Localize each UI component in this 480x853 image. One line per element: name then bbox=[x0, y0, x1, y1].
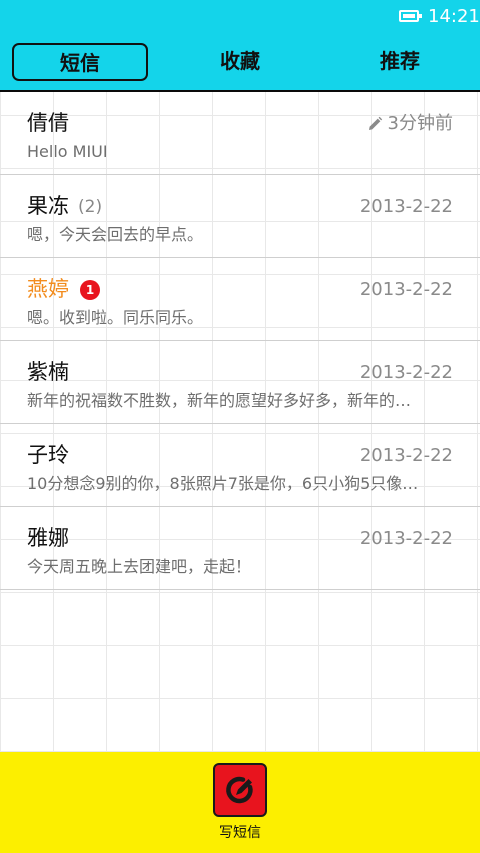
message-preview: 今天周五晚上去团建吧，走起！ bbox=[27, 557, 252, 576]
contact-name: 燕婷 bbox=[27, 277, 69, 301]
conversation-row[interactable]: 紫楠 2013-2-22 新年的祝福数不胜数，新年的愿望好多好多，新年的… bbox=[0, 341, 480, 424]
message-time: 3分钟前 bbox=[387, 113, 453, 134]
compose-icon bbox=[226, 776, 253, 804]
message-preview: 新年的祝福数不胜数，新年的愿望好多好多，新年的… bbox=[27, 391, 412, 410]
compose-button[interactable] bbox=[213, 763, 267, 817]
message-count: (2) bbox=[78, 197, 103, 217]
contact-name: 子玲 bbox=[27, 443, 69, 467]
conversation-row[interactable]: 雅娜 2013-2-22 今天周五晚上去团建吧，走起！ bbox=[0, 507, 480, 590]
contact-name: 紫楠 bbox=[27, 360, 69, 384]
conversation-row[interactable]: 果冻 (2) 2013-2-22 嗯，今天会回去的早点。 bbox=[0, 175, 480, 258]
message-time: 2013-2-22 bbox=[359, 528, 453, 549]
tab-bar: 短信 收藏 推荐 bbox=[0, 34, 480, 92]
message-time: 2013-2-22 bbox=[359, 196, 453, 217]
pencil-icon bbox=[369, 116, 383, 130]
tab-sms[interactable]: 短信 bbox=[12, 43, 148, 81]
battery-icon bbox=[399, 10, 422, 22]
message-time: 2013-2-22 bbox=[359, 279, 453, 300]
message-time: 2013-2-22 bbox=[359, 362, 453, 383]
conversation-row[interactable]: 燕婷 1 2013-2-22 嗯。收到啦。同乐同乐。 bbox=[0, 258, 480, 341]
bottom-bar: 写短信 bbox=[0, 752, 480, 853]
tab-favorites[interactable]: 收藏 bbox=[172, 43, 308, 81]
conversation-row[interactable]: 倩倩 3分钟前 Hello MIUI bbox=[0, 92, 480, 175]
contact-name: 倩倩 bbox=[27, 111, 69, 135]
message-preview: 10分想念9别的你，8张照片7张是你，6只小狗5只像… bbox=[27, 474, 419, 493]
message-preview: Hello MIUI bbox=[27, 142, 108, 161]
message-time: 2013-2-22 bbox=[359, 445, 453, 466]
contact-name: 雅娜 bbox=[27, 526, 69, 550]
conversation-list: 倩倩 3分钟前 Hello MIUI 果冻 (2) 2013-2-22 嗯，今天… bbox=[0, 92, 480, 752]
tab-recommend[interactable]: 推荐 bbox=[332, 43, 468, 81]
conversation-row[interactable]: 子玲 2013-2-22 10分想念9别的你，8张照片7张是你，6只小狗5只像… bbox=[0, 424, 480, 507]
unread-badge: 1 bbox=[80, 280, 100, 300]
message-preview: 嗯。收到啦。同乐同乐。 bbox=[27, 308, 204, 327]
contact-name: 果冻 bbox=[27, 194, 69, 218]
message-preview: 嗯，今天会回去的早点。 bbox=[27, 225, 204, 244]
compose-label: 写短信 bbox=[219, 825, 261, 841]
status-time: 14:21 bbox=[428, 6, 480, 27]
status-bar: 14:21 bbox=[0, 0, 480, 34]
